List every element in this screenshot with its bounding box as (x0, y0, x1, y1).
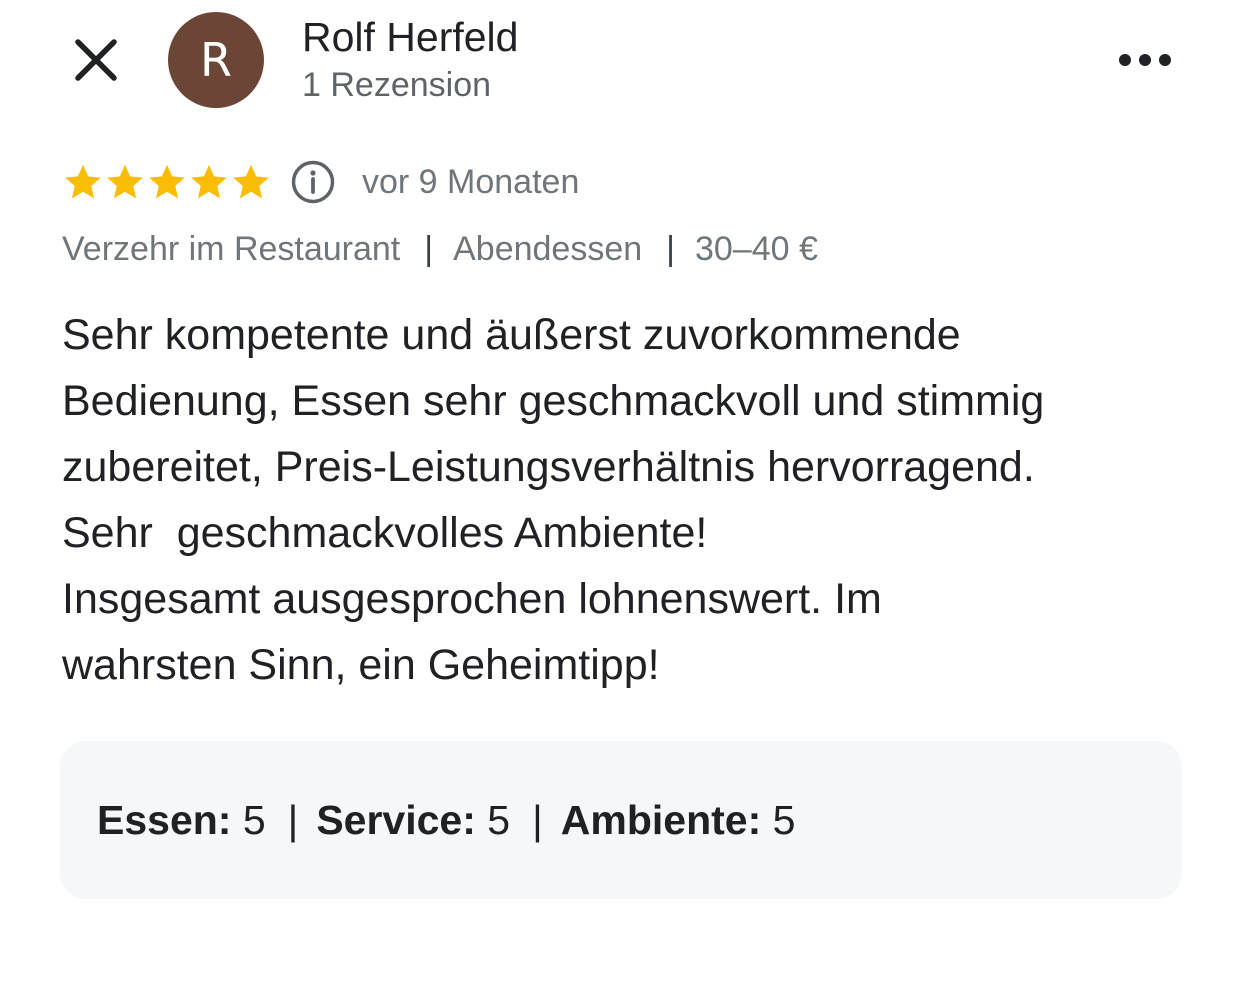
review-date: vor 9 Monaten (362, 162, 580, 201)
separator: | (666, 230, 675, 268)
separator: | (532, 797, 543, 843)
review-count: 1 Rezension (302, 66, 492, 104)
star-rating (62, 161, 272, 203)
star-icon (149, 164, 185, 199)
avatar-letter: R (200, 33, 232, 87)
star-icon (107, 164, 143, 199)
subratings-panel: Essen: 5 | Service: 5 | Ambiente: 5 (60, 741, 1182, 899)
review-text: Sehr kompetente und äußerst zuvorkommend… (62, 311, 1045, 689)
subratings-row: Essen: 5 | Service: 5 | Ambiente: 5 (97, 797, 795, 844)
subrating-value-service: 5 (487, 797, 511, 843)
service-type: Verzehr im Restaurant (62, 230, 401, 268)
subrating-label-service: Service: (316, 797, 476, 843)
avatar[interactable]: R (168, 12, 264, 108)
subrating-value-food: 5 (242, 797, 266, 843)
separator: | (424, 230, 434, 268)
separator: | (287, 797, 299, 843)
more-options-button[interactable] (1112, 34, 1178, 86)
close-icon (75, 39, 117, 81)
star-icon (65, 164, 101, 199)
author-name[interactable]: Rolf Herfeld (302, 14, 518, 61)
meal-type: Abendessen (453, 230, 643, 268)
close-button[interactable] (66, 30, 126, 90)
subrating-value-atmosphere: 5 (772, 797, 796, 843)
subrating-label-food: Essen: (97, 797, 232, 843)
rating-row: vor 9 Monaten (62, 158, 579, 206)
subrating-label-atmosphere: Ambiente: (560, 797, 762, 843)
star-icon (233, 164, 269, 199)
price-range: 30–40 € (695, 230, 818, 268)
star-icon (191, 164, 227, 199)
info-icon[interactable] (290, 159, 336, 205)
more-horizontal-icon (1119, 54, 1171, 66)
visit-details: Verzehr im Restaurant | Abendessen | 30–40 € (62, 230, 818, 269)
